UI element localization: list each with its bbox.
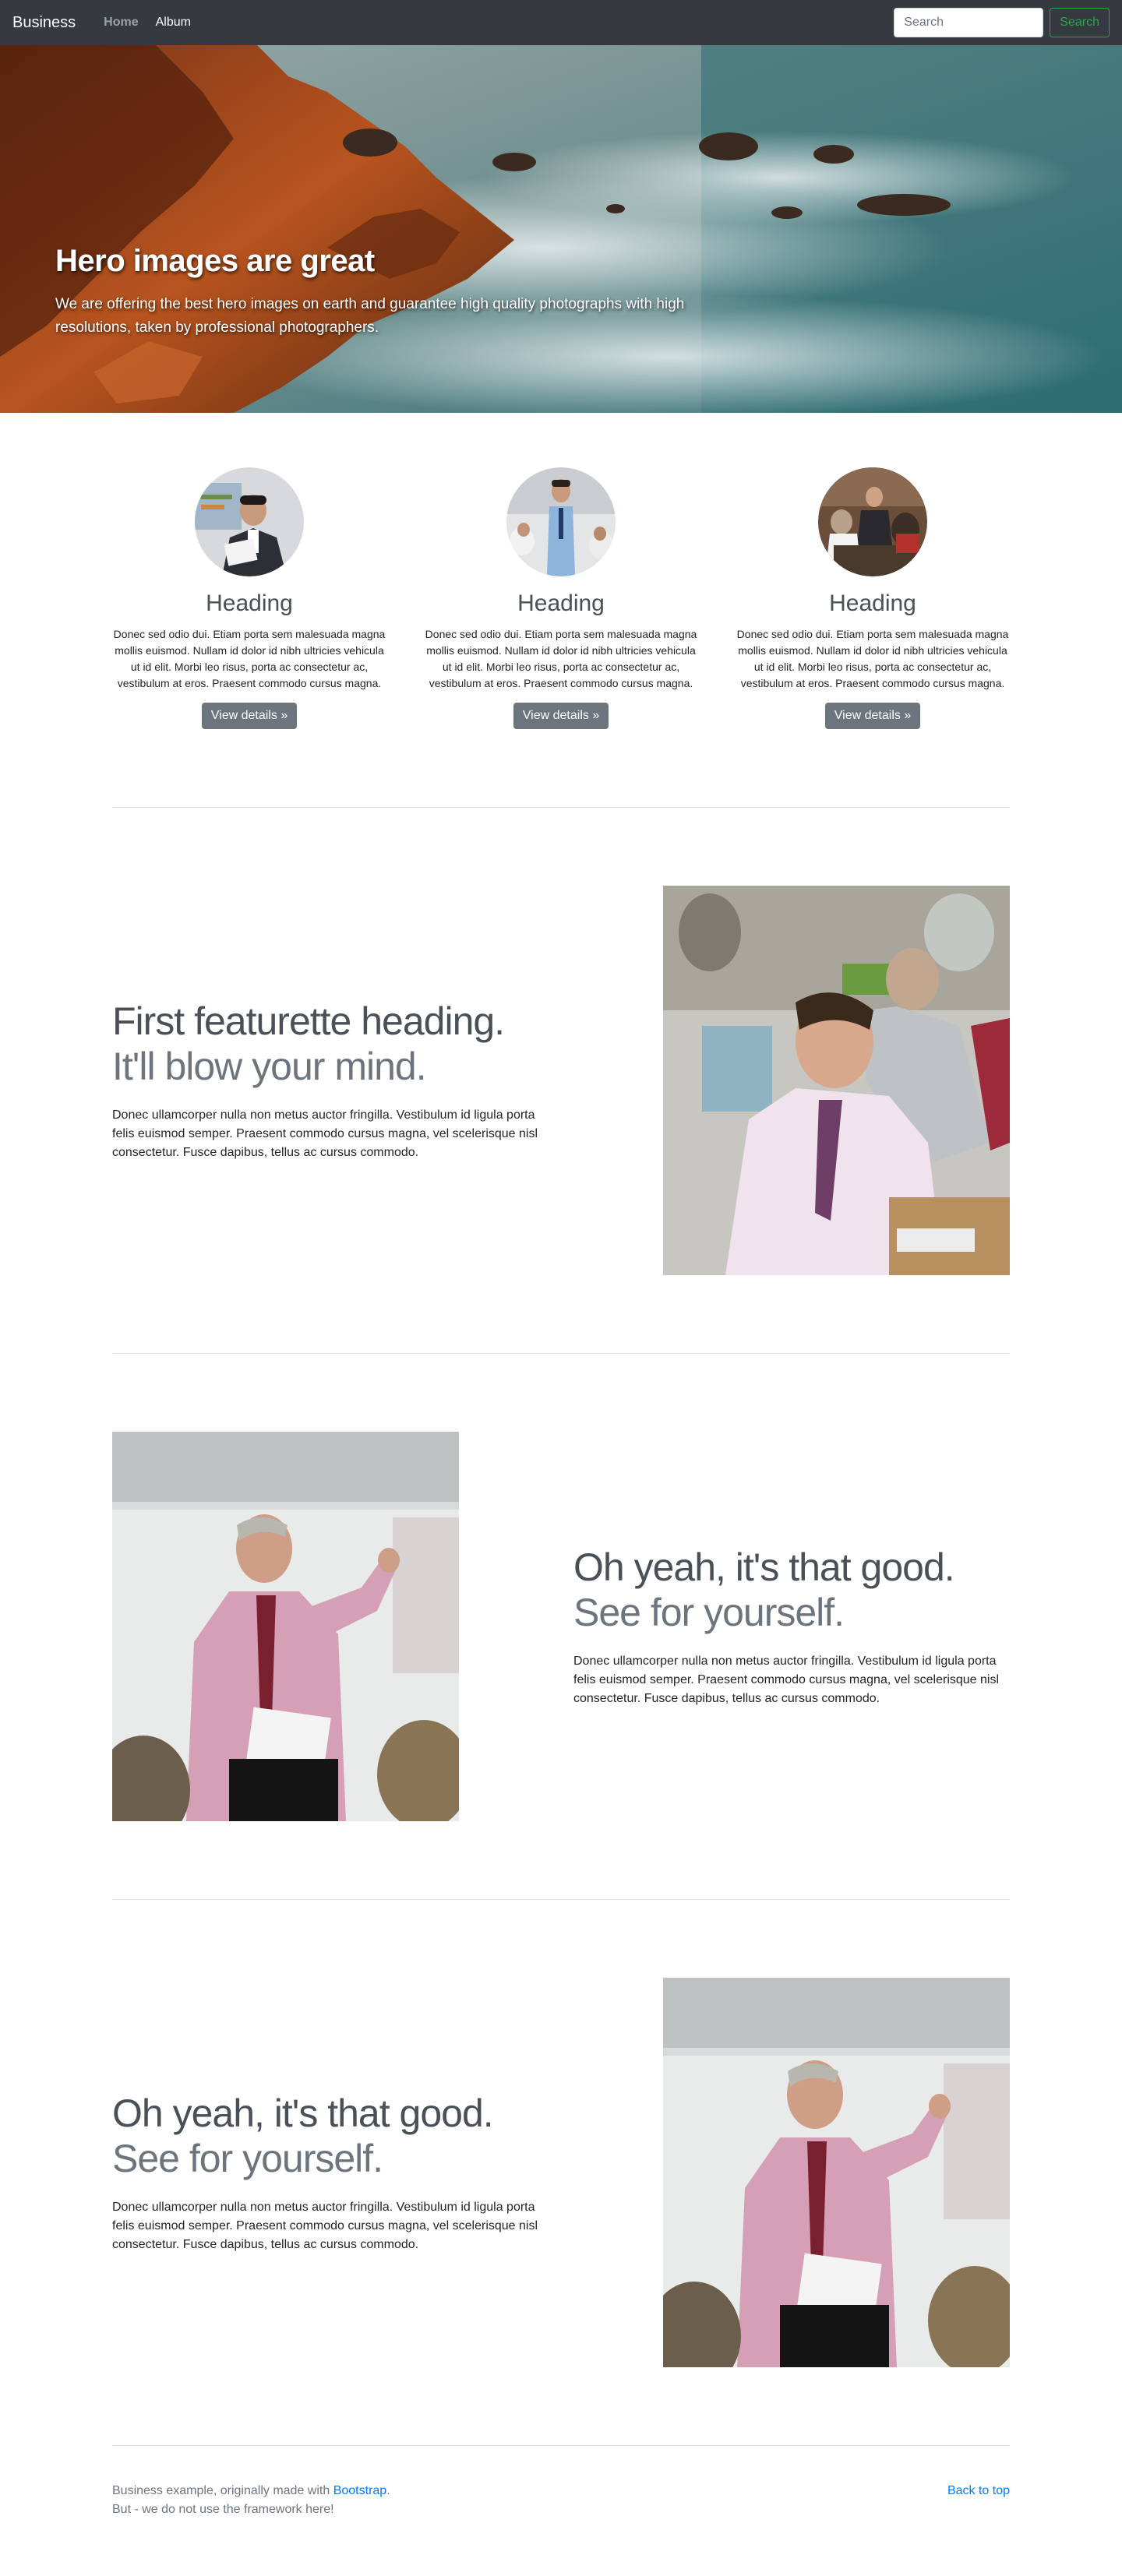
presenter-pink-shirt-photo bbox=[112, 1432, 459, 1821]
column-text: Donec sed odio dui. Etiam porta sem male… bbox=[425, 628, 697, 689]
featurette-heading: First featurette heading. It'll blow you… bbox=[112, 999, 549, 1089]
featurette-subtitle: See for yourself. bbox=[573, 1591, 845, 1634]
footer-credit-prefix: Business example, originally made with bbox=[112, 2484, 330, 2497]
section-divider bbox=[112, 807, 1010, 808]
marketing-column: Heading Donec sed odio dui. Etiam porta … bbox=[736, 467, 1010, 729]
page-footer: Business example, originally made with B… bbox=[112, 2446, 1010, 2519]
featurette-text: Oh yeah, it's that good. See for yoursel… bbox=[112, 2091, 549, 2254]
column-text: Donec sed odio dui. Etiam porta sem male… bbox=[113, 628, 386, 689]
featurette-body: Donec ullamcorper nulla non metus auctor… bbox=[112, 1108, 538, 1159]
view-details-button[interactable]: View details » bbox=[513, 703, 609, 729]
search-input[interactable] bbox=[894, 8, 1044, 37]
column-text: Donec sed odio dui. Etiam porta sem male… bbox=[736, 628, 1009, 689]
laughing-businessmen-photo bbox=[663, 886, 1010, 1275]
presenter-avatar bbox=[195, 467, 304, 576]
presenter-pink-shirt-photo bbox=[663, 1978, 1010, 2367]
marketing-columns: Heading Donec sed odio dui. Etiam porta … bbox=[112, 413, 1010, 729]
featurette-title: Oh yeah, it's that good. bbox=[573, 1545, 955, 1589]
featurette-body: Donec ullamcorper nulla non metus auctor… bbox=[112, 2201, 538, 2251]
featurette-body: Donec ullamcorper nulla non metus auctor… bbox=[573, 1654, 1000, 1705]
column-heading: Heading bbox=[829, 590, 916, 616]
top-navbar: Business Home Album Search bbox=[0, 0, 1122, 45]
featurette-subtitle: See for yourself. bbox=[112, 2137, 383, 2180]
meeting-avatar bbox=[818, 467, 927, 576]
hero-coastline-image bbox=[0, 45, 1122, 413]
back-to-top-link[interactable]: Back to top bbox=[947, 2482, 1010, 2519]
bootstrap-link[interactable]: Bootstrap bbox=[333, 2484, 386, 2497]
hero-subtitle: We are offering the best hero images on … bbox=[55, 296, 685, 336]
footer-credits: Business example, originally made with B… bbox=[112, 2482, 390, 2519]
featurette-title: Oh yeah, it's that good. bbox=[112, 2091, 494, 2135]
featurette: First featurette heading. It'll blow you… bbox=[112, 886, 1010, 1275]
featurette-text: Oh yeah, it's that good. See for yoursel… bbox=[573, 1545, 1010, 1708]
featurette-heading: Oh yeah, it's that good. See for yoursel… bbox=[573, 1545, 1010, 1635]
brand-logo[interactable]: Business bbox=[12, 14, 76, 32]
footer-line-2: But - we do not use the framework here! bbox=[112, 2503, 334, 2516]
view-details-button[interactable]: View details » bbox=[201, 703, 298, 729]
search-button[interactable]: Search bbox=[1050, 8, 1110, 37]
column-heading: Heading bbox=[206, 590, 293, 616]
bottom-spacer bbox=[0, 2519, 1122, 2547]
column-heading: Heading bbox=[517, 590, 605, 616]
featurette: Oh yeah, it's that good. See for yoursel… bbox=[112, 1978, 1010, 2367]
nav-album-link[interactable]: Album bbox=[156, 16, 191, 30]
featurette-subtitle: It'll blow your mind. bbox=[112, 1045, 427, 1088]
featurette-text: First featurette heading. It'll blow you… bbox=[112, 999, 549, 1162]
section-divider bbox=[112, 1353, 1010, 1354]
hero-text-block: Hero images are great We are offering th… bbox=[55, 244, 741, 340]
marketing-column: Heading Donec sed odio dui. Etiam porta … bbox=[112, 467, 386, 729]
featurette: Oh yeah, it's that good. See for yoursel… bbox=[112, 1432, 1010, 1821]
nav-home-link[interactable]: Home bbox=[104, 16, 138, 30]
search-form: Search bbox=[894, 8, 1110, 37]
hero-title: Hero images are great bbox=[55, 244, 375, 278]
section-divider bbox=[112, 1899, 1010, 1900]
marketing-column: Heading Donec sed odio dui. Etiam porta … bbox=[424, 467, 698, 729]
footer-line-1: Business example, originally made with B… bbox=[112, 2482, 390, 2500]
featurette-heading: Oh yeah, it's that good. See for yoursel… bbox=[112, 2091, 549, 2181]
featurette-title: First featurette heading. bbox=[112, 999, 505, 1043]
standing-man-avatar bbox=[506, 467, 616, 576]
hero-banner: Hero images are great We are offering th… bbox=[0, 45, 1122, 413]
footer-credit-suffix: . bbox=[386, 2484, 390, 2497]
view-details-button[interactable]: View details » bbox=[824, 703, 921, 729]
